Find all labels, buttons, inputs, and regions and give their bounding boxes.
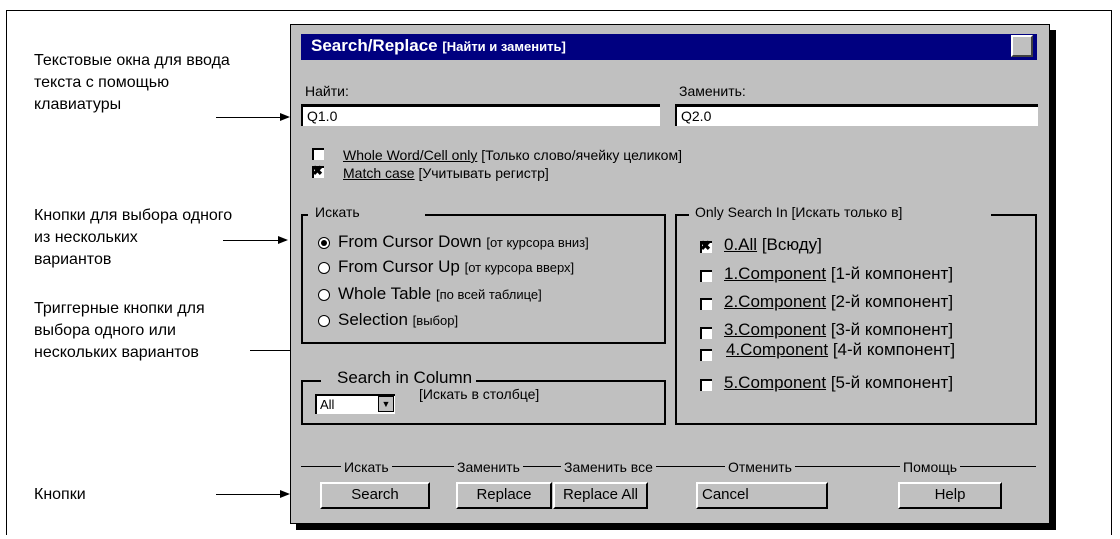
only-search-in-legend: Only Search In [Искать только в] xyxy=(691,204,907,220)
radio-selection[interactable] xyxy=(318,315,330,327)
0-all-label: 0.All [Всюду] xyxy=(724,235,822,254)
whole-word-checkbox[interactable] xyxy=(312,148,324,160)
checkbox-0-all[interactable] xyxy=(700,238,712,254)
annotation-text-fields: Текстовые окна для ввода текста с помощь… xyxy=(34,52,230,113)
radio-from-cursor-up[interactable] xyxy=(318,262,330,274)
find-label: Найти: xyxy=(305,83,349,99)
title-bar: Search/Replace [Найти и заменить] xyxy=(301,34,1037,60)
annotation-buttons: Кнопки xyxy=(34,486,86,503)
arrow-text-fields xyxy=(216,113,290,121)
checkbox-2-component[interactable] xyxy=(700,298,712,310)
search-column-legend: Search in Column xyxy=(333,368,477,388)
arrow-radio-buttons xyxy=(223,236,288,244)
find-input[interactable]: Q1.0 xyxy=(301,104,660,126)
radio-whole-table[interactable] xyxy=(318,289,330,301)
from-cursor-up-label: From Cursor Up [от курсора вверх] xyxy=(338,257,575,276)
radio-from-cursor-down[interactable] xyxy=(318,237,330,249)
only-search-in-group: Only Search In [Искать только в] 0.All [… xyxy=(675,204,1037,425)
window-menu-button[interactable] xyxy=(1011,35,1033,57)
dialog-title: Search/Replace [Найти и заменить] xyxy=(311,36,566,55)
search-column-ru-label: [Искать в столбце] xyxy=(419,386,540,402)
checkbox-4-component[interactable] xyxy=(700,349,712,361)
annotation-radio-buttons: Кнопки для выбора одного из нескольких в… xyxy=(34,207,233,268)
checkbox-5-component[interactable] xyxy=(700,379,712,391)
checkbox-1-component[interactable] xyxy=(700,270,712,282)
selection-label: Selection [выбор] xyxy=(338,310,459,329)
replace-button[interactable]: Replace xyxy=(456,482,552,509)
search-caption: Искать xyxy=(341,459,392,475)
5-component-label: 5.Component [5-й компонент] xyxy=(724,373,954,392)
4-component-label: 4.Component [4-й компонент] xyxy=(726,340,956,359)
replace-all-caption: Заменить все xyxy=(561,459,656,475)
1-component-label: 1.Component [1-й компонент] xyxy=(724,264,954,283)
checkbox-3-component[interactable] xyxy=(700,327,712,339)
search-direction-group: Искать From Cursor Down [от курсора вниз… xyxy=(301,204,666,344)
annotation-check-buttons: Триггерные кнопки для выбора одного или … xyxy=(34,300,205,361)
chevron-down-icon[interactable]: ▼ xyxy=(378,396,394,412)
replace-caption: Заменить xyxy=(454,459,523,475)
3-component-label: 3.Component [3-й компонент] xyxy=(724,320,954,339)
match-case-label: Match case [Учитывать регистр] xyxy=(343,165,549,181)
help-button[interactable]: Help xyxy=(898,482,1002,509)
dialog-title-ru: [Найти и заменить] xyxy=(442,39,566,54)
search-replace-dialog: Search/Replace [Найти и заменить] Найти:… xyxy=(290,24,1050,524)
cancel-button[interactable]: Cancel xyxy=(696,482,828,509)
replace-all-button[interactable]: Replace All xyxy=(553,482,648,509)
from-cursor-down-label: From Cursor Down [от курсора вниз] xyxy=(338,232,589,251)
2-component-label: 2.Component [2-й компонент] xyxy=(724,292,954,311)
match-case-checkbox[interactable] xyxy=(312,163,324,179)
cancel-caption: Отменить xyxy=(725,459,795,475)
column-select[interactable]: All ▼ xyxy=(315,394,395,414)
whole-word-label: Whole Word/Cell only [Только слово/ячейк… xyxy=(343,147,682,163)
replace-label: Заменить: xyxy=(679,83,746,99)
search-button[interactable]: Search xyxy=(320,482,430,509)
whole-table-label: Whole Table [по всей таблице] xyxy=(338,284,542,303)
arrow-buttons xyxy=(216,490,290,498)
help-caption: Помощь xyxy=(900,459,961,475)
search-direction-legend: Искать xyxy=(311,204,364,220)
replace-input[interactable]: Q2.0 xyxy=(675,104,1038,126)
